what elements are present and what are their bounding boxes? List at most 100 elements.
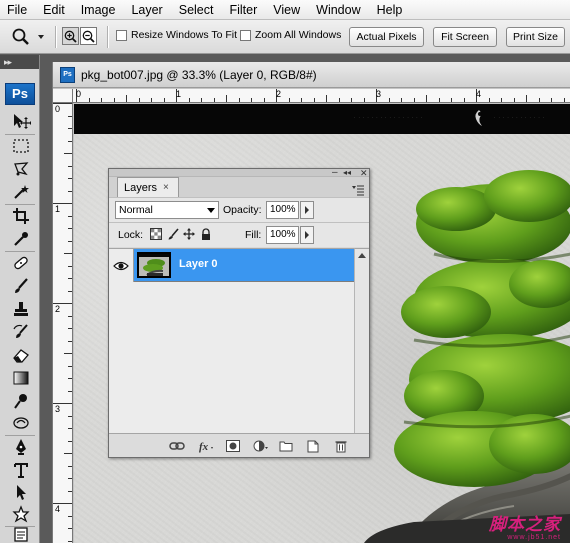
menu-view[interactable]: View (265, 0, 308, 20)
ruler-tick (226, 95, 227, 102)
photoshop-window: File Edit Image Layer Select Filter View… (0, 0, 570, 543)
lasso-tool[interactable] (9, 158, 33, 180)
add-mask-button[interactable] (225, 439, 241, 453)
ruler-tick (438, 98, 440, 102)
ruler-origin[interactable] (53, 89, 73, 103)
path-selection-tool[interactable] (9, 481, 33, 503)
move-tool[interactable] (9, 110, 33, 132)
lock-transparent-pixels-button[interactable] (149, 227, 163, 241)
vertical-ruler[interactable]: 0 1 2 3 4 (53, 103, 73, 543)
brush-icon (15, 278, 28, 293)
ruler-tick (138, 98, 140, 102)
eraser-tool[interactable] (9, 344, 33, 366)
history-brush-icon (13, 324, 28, 338)
opacity-slider-button[interactable] (300, 201, 314, 219)
zoom-all-windows-checkbox[interactable]: Zoom All Windows (240, 29, 341, 41)
lock-image-pixels-button[interactable] (166, 227, 180, 241)
link-layers-button[interactable] (169, 439, 185, 453)
menu-file[interactable]: File (0, 0, 35, 20)
delete-layer-button[interactable] (333, 439, 349, 453)
tab-close-icon[interactable]: × (163, 182, 169, 193)
gradient-icon (13, 371, 29, 385)
horizontal-ruler[interactable]: 0 1 2 3 4 (73, 89, 570, 103)
new-layer-button[interactable] (305, 439, 321, 453)
ruler-tick (68, 178, 72, 179)
folder-icon (279, 441, 293, 452)
opacity-input[interactable]: 100% (266, 201, 299, 219)
ruler-tick (68, 190, 72, 192)
zoom-mode-group (62, 27, 97, 45)
lock-position-button[interactable] (182, 227, 196, 241)
checkbox-box[interactable] (116, 29, 127, 41)
gradient-tool[interactable] (9, 367, 33, 389)
zoom-out-button[interactable] (80, 27, 97, 45)
svg-text:fx: fx (199, 441, 209, 453)
type-tool[interactable] (9, 459, 33, 481)
actual-pixels-button[interactable]: Actual Pixels (349, 27, 424, 47)
menu-filter[interactable]: Filter (221, 0, 265, 20)
clone-stamp-tool[interactable] (9, 298, 33, 320)
zoom-in-button[interactable] (62, 27, 79, 45)
layer-visibility-toggle[interactable] (109, 249, 134, 282)
smudge-tool[interactable] (9, 411, 33, 433)
ruler-tick (363, 98, 365, 102)
ruler-tick (64, 453, 72, 454)
layer-name: Layer 0 (179, 258, 218, 270)
eye-icon (113, 261, 129, 270)
lock-all-button[interactable] (199, 227, 213, 241)
notes-tool[interactable] (9, 523, 33, 543)
menu-image[interactable]: Image (73, 0, 124, 20)
adjustment-layer-button[interactable] (253, 439, 269, 453)
ruler-label: 4 (55, 504, 61, 514)
menu-select[interactable]: Select (171, 0, 222, 20)
panel-close-icon[interactable]: ✕ (360, 169, 368, 178)
fill-input[interactable]: 100% (266, 226, 299, 244)
layer-row[interactable]: Layer 0 (109, 249, 354, 282)
new-group-button[interactable] (278, 439, 294, 453)
menu-edit[interactable]: Edit (35, 0, 73, 20)
magic-wand-tool[interactable] (9, 181, 33, 203)
ps-logo[interactable]: Ps (5, 83, 35, 105)
panel-minimize-icon[interactable]: – (332, 168, 338, 178)
menu-window[interactable]: Window (308, 0, 368, 20)
print-size-button[interactable]: Print Size (506, 27, 565, 47)
checkbox-box[interactable] (240, 29, 251, 41)
marquee-tool[interactable] (9, 135, 33, 157)
watermark: 脚本之家 www.jb51.net (489, 516, 561, 542)
pen-tool[interactable] (9, 436, 33, 458)
healing-brush-tool[interactable] (9, 252, 33, 274)
layer-style-button[interactable]: fx (198, 439, 214, 453)
resize-windows-checkbox[interactable]: Resize Windows To Fit (116, 29, 237, 41)
toolbox-grip[interactable]: ▸▸ (0, 55, 39, 69)
custom-shape-tool[interactable] (9, 503, 33, 525)
document-tab[interactable]: Ps pkg_bot007.jpg @ 33.3% (Layer 0, RGB/… (53, 62, 570, 88)
tool-preset-picker[interactable] (10, 27, 50, 47)
menu-layer[interactable]: Layer (123, 0, 170, 20)
panel-menu-icon[interactable] (351, 184, 365, 196)
fit-screen-button[interactable]: Fit Screen (433, 27, 497, 47)
scroll-up-icon[interactable] (358, 253, 366, 258)
layers-scrollbar[interactable] (354, 248, 369, 433)
ruler-tick (68, 128, 72, 129)
crop-tool[interactable] (9, 205, 33, 227)
magic-wand-icon (14, 185, 29, 199)
lock-fill-row: Lock: Fill: 100% (109, 222, 369, 247)
menu-help[interactable]: Help (369, 0, 411, 20)
history-brush-tool[interactable] (9, 321, 33, 343)
eyedropper-tool[interactable] (9, 228, 33, 250)
ruler-tick (68, 290, 72, 292)
ruler-label: 2 (276, 89, 282, 99)
dodge-tool[interactable] (9, 390, 33, 412)
blend-mode-select[interactable]: Normal (115, 201, 219, 219)
brush-tool[interactable] (9, 275, 33, 297)
toolbox: ▸▸ Ps (0, 55, 40, 543)
fill-slider-button[interactable] (300, 226, 314, 244)
ruler-tick (413, 98, 415, 102)
panel-collapse-icon[interactable]: ◂◂ (343, 169, 351, 177)
zoom-all-windows-label: Zoom All Windows (255, 29, 342, 41)
tab-layers[interactable]: Layers × (117, 177, 179, 197)
ruler-tick (388, 98, 390, 102)
ruler-label: 4 (476, 89, 482, 99)
panel-title-strip[interactable] (109, 169, 369, 177)
ruler-tick (68, 278, 72, 279)
